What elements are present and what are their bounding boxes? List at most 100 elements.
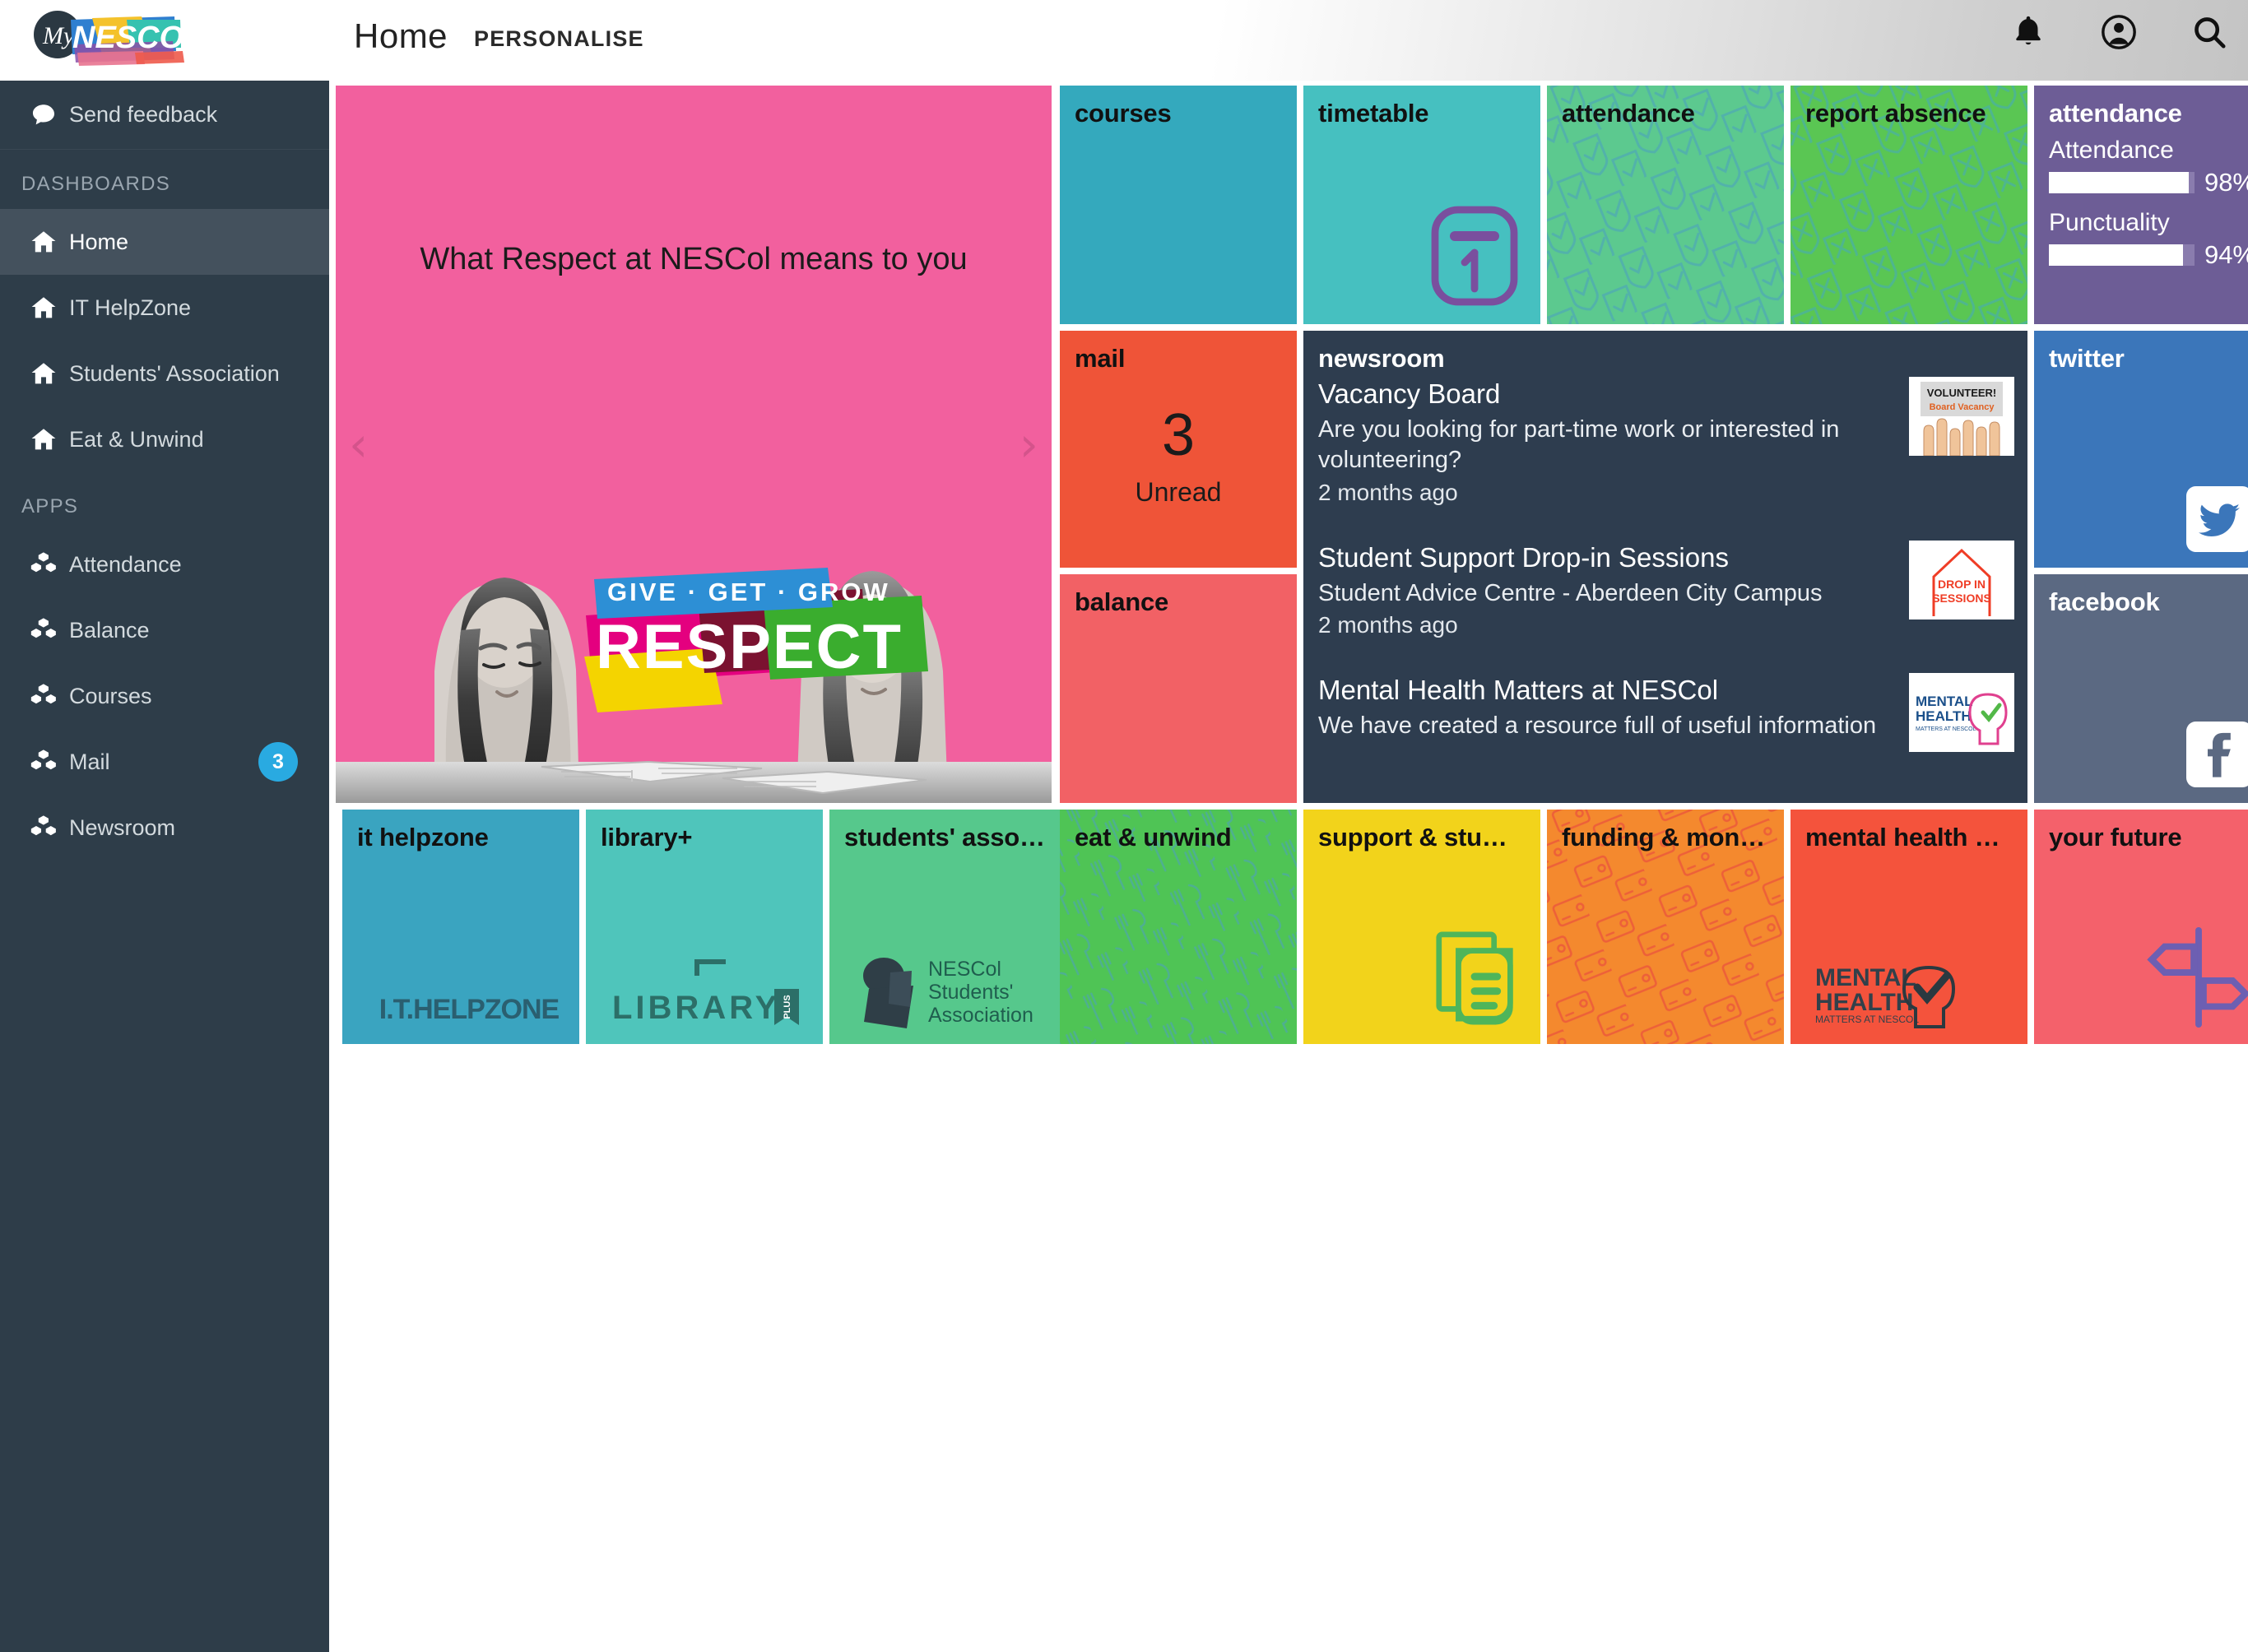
sidebar-section-apps: APPS	[21, 495, 79, 517]
news-text: Student Support Drop-in Sessions Student…	[1318, 541, 1909, 638]
mail-unread-badge: 3	[258, 742, 298, 782]
tile-timetable[interactable]: timetable	[1303, 86, 1540, 324]
tile-balance[interactable]: balance	[1060, 574, 1297, 803]
svg-text:Board Vacancy: Board Vacancy	[1930, 402, 1995, 412]
attendance-progress-track	[2049, 172, 2195, 193]
svg-text:SESSIONS: SESSIONS	[1932, 592, 1991, 605]
library-plus-logo-icon: LIBRARY PLUS	[606, 954, 811, 1032]
account-icon[interactable]	[2100, 13, 2138, 51]
sidebar-item-label: Courses	[69, 683, 152, 708]
sidebar-item-label: Balance	[69, 617, 150, 643]
sidebar-item-balance[interactable]: Balance	[0, 597, 329, 663]
personalise-button[interactable]: PERSONALISE	[474, 26, 644, 52]
page-title[interactable]: Home	[354, 16, 448, 56]
tile-library-plus[interactable]: library+ LIBRARY PLUS	[586, 810, 823, 1044]
tile-support-study[interactable]: support & stu…	[1303, 810, 1540, 1044]
punctuality-stat-row: 94%	[2034, 240, 2248, 270]
svg-text:HEALTH: HEALTH	[1916, 708, 1972, 724]
tile-students-association[interactable]: students' asso… NESCol Students' Associa…	[829, 810, 1066, 1044]
tile-title: library+	[601, 823, 693, 852]
hero-caption: What Respect at NESCol means to you	[420, 242, 968, 276]
tile-attendance[interactable]: attendance	[1547, 86, 1784, 324]
volunteer-board-vacancy-icon: VOLUNTEER! Board Vacancy	[1909, 377, 2014, 456]
sidebar-item-it-helpzone[interactable]: IT HelpZone	[0, 275, 329, 341]
punctuality-progress-fill	[2049, 244, 2183, 266]
tile-title: timetable	[1318, 99, 1429, 128]
tile-title: twitter	[2049, 344, 2125, 373]
tile-funding-money[interactable]: funding & mon…	[1547, 810, 1784, 1044]
sidebar-item-newsroom[interactable]: Newsroom	[0, 795, 329, 861]
cubes-icon	[18, 748, 69, 776]
svg-text:GIVE · GET · GROW: GIVE · GET · GROW	[607, 578, 890, 606]
sidebar-item-label: IT HelpZone	[69, 295, 192, 320]
carousel-next-button[interactable]: ›	[1019, 420, 1038, 468]
it-helpzone-logo-icon: I.T.HELPZONE	[370, 991, 568, 1032]
svg-text:HEALTH: HEALTH	[1815, 989, 1913, 1016]
news-item[interactable]: Student Support Drop-in Sessions Student…	[1318, 540, 2014, 638]
sidebar-item-mail[interactable]: Mail 3	[0, 729, 329, 795]
sidebar-item-label: Send feedback	[69, 102, 218, 127]
tile-your-future[interactable]: your future	[2034, 810, 2248, 1044]
sidebar-item-courses[interactable]: Courses	[0, 663, 329, 729]
students-association-logo-icon: NESCol Students' Association	[849, 953, 1055, 1032]
dashboard-content: What Respect at NESCol means to you GIVE…	[336, 81, 2248, 1652]
news-description: Student Advice Centre - Aberdeen City Ca…	[1318, 579, 1823, 606]
home-icon	[18, 228, 69, 256]
tile-title: students' asso…	[844, 823, 1045, 852]
sidebar-item-eat-unwind[interactable]: Eat & Unwind	[0, 406, 329, 472]
news-text: Vacancy Board Are you looking for part-t…	[1318, 377, 1909, 506]
home-icon	[18, 360, 69, 387]
app-logo[interactable]: My NESCOL	[28, 5, 193, 76]
svg-text:Students': Students'	[928, 981, 1013, 1004]
sidebar-item-attendance[interactable]: Attendance	[0, 531, 329, 597]
tile-eat-unwind[interactable]: eat & unwind	[1060, 810, 1297, 1044]
news-thumbnail: VOLUNTEER! Board Vacancy	[1909, 377, 2014, 456]
search-icon[interactable]	[2190, 13, 2228, 51]
mail-unread-count: 3	[1161, 402, 1196, 468]
svg-text:LIBRARY: LIBRARY	[612, 990, 780, 1026]
news-item[interactable]: Mental Health Matters at NESCol We have …	[1318, 673, 2014, 753]
carousel-prev-button[interactable]: ‹	[349, 420, 368, 468]
attendance-progress-fill	[2049, 172, 2189, 193]
tile-it-helpzone[interactable]: it helpzone I.T.HELPZONE	[342, 810, 579, 1044]
punctuality-progress-track	[2049, 244, 2195, 266]
svg-text:PLUS: PLUS	[783, 995, 792, 1019]
svg-text:MATTERS AT NESCOL: MATTERS AT NESCOL	[1815, 1014, 1919, 1025]
mental-health-logo-icon: MENTAL HEALTH MATTERS AT NESCOL	[1810, 936, 2016, 1032]
tile-title: mental health …	[1805, 823, 2000, 852]
cubes-icon	[18, 550, 69, 578]
tile-mail[interactable]: mail 3 Unread	[1060, 331, 1297, 568]
tile-newsroom[interactable]: newsroom Vacancy Board Are you looking f…	[1303, 331, 2027, 803]
tile-title: balance	[1075, 587, 1169, 616]
mental-health-icon: MENTAL HEALTH MATTERS AT NESCOL	[1909, 673, 2014, 753]
sidebar-item-label: Home	[69, 229, 129, 254]
sidebar-item-label: Newsroom	[69, 814, 176, 840]
home-icon	[18, 425, 69, 453]
mynescol-logo-icon: My NESCOL	[34, 11, 193, 66]
sidebar-item-send-feedback[interactable]: Send feedback	[0, 81, 329, 150]
punctuality-stat-label: Punctuality	[2049, 209, 2170, 236]
news-text: Mental Health Matters at NESCol We have …	[1318, 673, 1909, 752]
drop-in-sessions-icon: DROP IN SESSIONS	[1909, 540, 2014, 620]
hero-carousel[interactable]: What Respect at NESCol means to you GIVE…	[336, 86, 1052, 803]
tile-twitter[interactable]: twitter	[2034, 331, 2248, 568]
news-item[interactable]: Vacancy Board Are you looking for part-t…	[1318, 377, 2014, 506]
attendance-stat-row: 98%	[2034, 168, 2248, 197]
tile-title: funding & mon…	[1562, 823, 1765, 852]
tile-report-absence[interactable]: report absence	[1791, 86, 2027, 324]
tile-facebook[interactable]: facebook	[2034, 574, 2248, 803]
sidebar-item-home[interactable]: Home	[0, 209, 329, 275]
tile-title: it helpzone	[357, 823, 489, 852]
bell-icon[interactable]	[2009, 13, 2047, 51]
hero-photo: GIVE · GET · GROW RESPECT	[336, 425, 1052, 803]
svg-text:RESPECT: RESPECT	[596, 612, 903, 682]
tile-title: support & stu…	[1318, 823, 1507, 852]
news-description: We have created a resource full of usefu…	[1318, 712, 1877, 739]
tile-attendance-stats[interactable]: attendance Attendance 98% Punctuality 94…	[2034, 86, 2248, 324]
cubes-icon	[18, 616, 69, 644]
tile-courses[interactable]: courses	[1060, 86, 1297, 324]
tile-mental-health[interactable]: mental health … MENTAL HEALTH MATTERS AT…	[1791, 810, 2027, 1044]
twitter-icon	[2186, 486, 2248, 556]
svg-text:My: My	[42, 22, 75, 49]
sidebar-item-students-association[interactable]: Students' Association	[0, 341, 329, 406]
